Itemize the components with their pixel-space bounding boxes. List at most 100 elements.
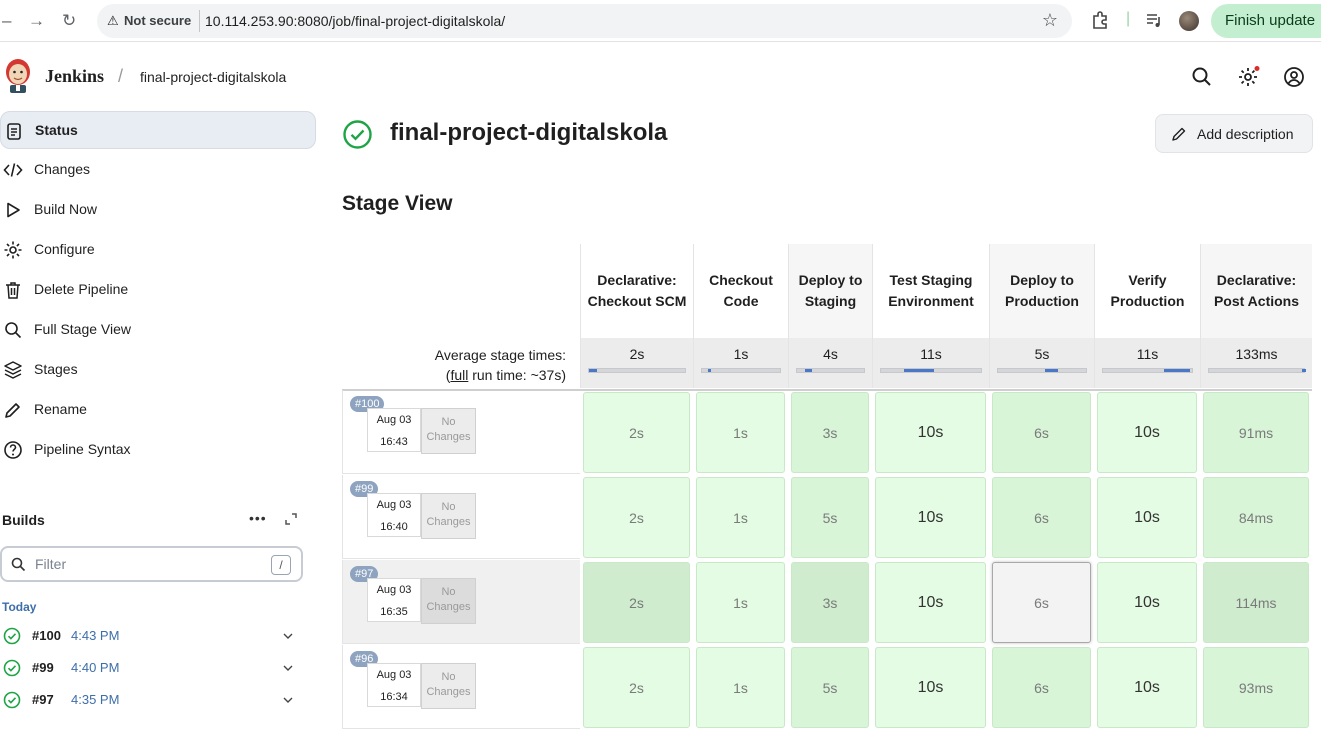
stage-timeline-bar [880,368,982,373]
media-icon[interactable] [1144,10,1164,35]
stage-cell[interactable]: 10s [1097,477,1197,558]
run-row[interactable]: #99 Aug 03 16:40 No Changes [342,475,580,559]
sidebar-item-pipeline-syntax[interactable]: Pipeline Syntax [0,431,316,469]
build-time[interactable]: 4:40 PM [71,660,119,675]
stage-cell[interactable]: 1s [696,562,785,643]
stage-cell[interactable]: 6s [992,562,1091,643]
address-bar[interactable]: ⚠ Not secure 10.114.253.90:8080/job/fina… [97,4,1072,38]
url-text[interactable]: 10.114.253.90:8080/job/final-project-dig… [205,13,505,29]
sidebar-item-status[interactable]: Status [0,111,316,149]
build-time[interactable]: 4:35 PM [71,692,119,707]
sidebar-item-stages[interactable]: Stages [0,351,316,389]
stage-average-value: 1s [733,346,749,362]
stage-cell[interactable]: 10s [875,647,986,728]
stage-cell[interactable]: 10s [875,562,986,643]
builds-filter[interactable]: Filter / [0,546,303,582]
stage-cell[interactable]: 3s [791,562,869,643]
stage-cell[interactable]: 114ms [1203,562,1309,643]
build-number[interactable]: #99 [32,660,54,675]
stage-average: 4s [788,338,872,388]
shortcut-key: / [271,555,291,575]
stage-cell[interactable]: 84ms [1203,477,1309,558]
build-time[interactable]: 4:43 PM [71,628,119,643]
stage-cell[interactable]: 3s [791,392,869,473]
bookmark-star-icon[interactable]: ☆ [1042,10,1058,31]
stage-average: 11s [1094,338,1200,388]
clipboard-icon [7,123,21,140]
profile-avatar[interactable] [1179,11,1199,31]
stage-cell[interactable]: 10s [875,392,986,473]
finish-update-button[interactable]: Finish update [1211,4,1321,38]
sidebar-item-label: Delete Pipeline [34,281,129,297]
breadcrumb-separator: / [118,66,124,86]
stage-cell[interactable]: 5s [791,477,869,558]
build-item[interactable]: #100 4:43 PM [0,623,310,649]
build-number[interactable]: #100 [32,628,61,643]
stage-cell[interactable]: 1s [696,647,785,728]
stage-cell[interactable]: 10s [875,477,986,558]
sidebar-item-rename[interactable]: Rename [0,391,316,429]
extensions-icon[interactable] [1090,10,1110,35]
stage-cell[interactable]: 10s [1097,647,1197,728]
stage-average-value: 11s [920,346,942,362]
stage-timeline-bar [701,368,781,373]
stage-cell[interactable]: 10s [1097,562,1197,643]
stage-timeline-fill [1044,369,1058,372]
expand-icon[interactable] [284,512,298,526]
breadcrumb[interactable]: final-project-digitalskola [140,69,286,85]
search-icon[interactable] [1190,65,1214,89]
run-row[interactable]: #100 Aug 03 16:43 No Changes [342,390,580,474]
stage-cell[interactable]: 93ms [1203,647,1309,728]
full-runtime-link[interactable]: full [450,367,468,383]
gear-icon[interactable] [1236,65,1260,89]
play-icon [7,202,20,218]
run-date-time: 16:34 [380,691,408,703]
stage-cell[interactable]: 6s [992,647,1091,728]
jenkins-logo-icon[interactable] [4,58,32,94]
jenkins-brand[interactable]: Jenkins [45,66,104,87]
stage-average-value: 11s [1136,346,1159,362]
sidebar-item-changes[interactable]: Changes [0,151,316,189]
chevron-down-icon[interactable] [282,694,294,706]
stage-header: Deploy to Production [989,244,1094,338]
security-label[interactable]: Not secure [124,13,191,28]
stage-timeline-bar [1102,368,1193,373]
stage-cell[interactable]: 1s [696,477,785,558]
stage-header: Verify Production [1094,244,1200,338]
run-row[interactable]: #97 Aug 03 16:35 No Changes [342,560,580,644]
run-changes: No Changes [421,663,476,709]
forward-icon[interactable]: → [28,11,45,31]
stage-cell[interactable]: 2s [583,392,690,473]
sidebar-item-configure[interactable]: Configure [0,231,316,269]
sidebar-item-delete-pipeline[interactable]: Delete Pipeline [0,271,316,309]
stage-cell[interactable]: 1s [696,392,785,473]
sidebar-item-label: Pipeline Syntax [34,441,131,457]
stage-cell[interactable]: 2s [583,562,690,643]
build-item[interactable]: #99 4:40 PM [0,655,310,681]
builds-more-icon[interactable]: ••• [249,510,267,526]
account-icon[interactable] [1282,65,1306,89]
back-icon[interactable]: ‒ [2,11,11,31]
run-row[interactable]: #96 Aug 03 16:34 No Changes [342,645,580,729]
stage-timeline-fill [589,369,597,372]
add-description-button[interactable]: Add description [1155,114,1313,153]
stage-timeline-bar [1208,368,1306,373]
reload-icon[interactable]: ↻ [62,11,76,31]
stage-cell[interactable]: 6s [992,477,1091,558]
stage-cell[interactable]: 6s [992,392,1091,473]
stage-header: Test Staging Environment [872,244,989,338]
trash-icon [6,282,20,299]
sidebar-item-build-now[interactable]: Build Now [0,191,316,229]
stage-cell[interactable]: 2s [583,647,690,728]
stage-average: 2s [580,338,693,388]
build-item[interactable]: #97 4:35 PM [0,687,310,713]
stage-cell[interactable]: 2s [583,477,690,558]
build-number[interactable]: #97 [32,692,54,707]
stage-cell[interactable]: 91ms [1203,392,1309,473]
search-icon [11,557,26,572]
stage-cell[interactable]: 10s [1097,392,1197,473]
chevron-down-icon[interactable] [282,630,294,642]
chevron-down-icon[interactable] [282,662,294,674]
sidebar-item-full-stage-view[interactable]: Full Stage View [0,311,316,349]
stage-cell[interactable]: 5s [791,647,869,728]
